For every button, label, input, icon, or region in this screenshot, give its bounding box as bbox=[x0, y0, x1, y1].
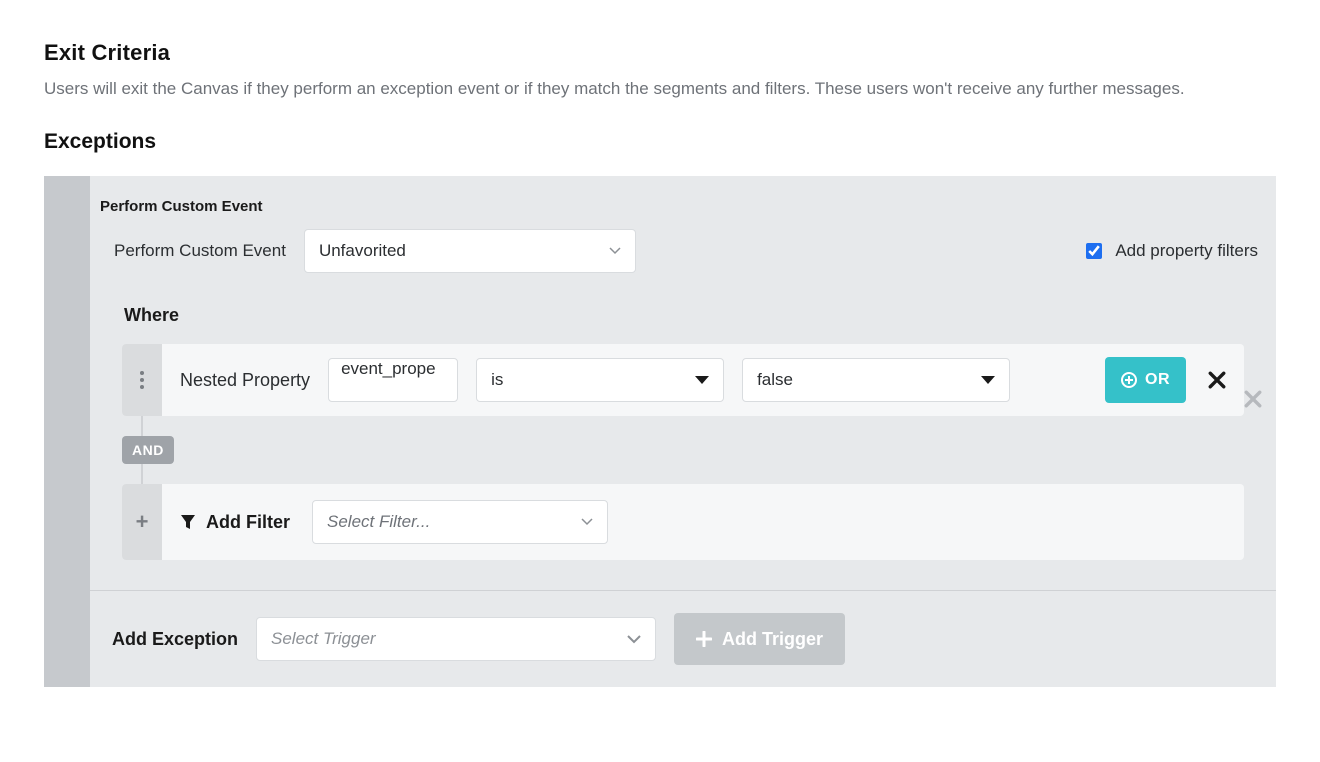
add-filter-text: Add Filter bbox=[206, 512, 290, 533]
property-filters-toggle[interactable]: Add property filters bbox=[1082, 240, 1258, 262]
value-select[interactable]: false bbox=[742, 358, 1010, 402]
remove-filter-row-icon[interactable] bbox=[1208, 371, 1226, 389]
exit-criteria-title: Exit Criteria bbox=[44, 40, 1276, 66]
add-filter-row: + Add Filter Select Filter... bbox=[122, 484, 1244, 560]
select-filter-dropdown[interactable]: Select Filter... bbox=[312, 500, 608, 544]
add-trigger-button[interactable]: Add Trigger bbox=[674, 613, 845, 665]
property-filters-checkbox[interactable] bbox=[1086, 243, 1102, 259]
where-heading: Where bbox=[124, 305, 1266, 326]
plus-icon[interactable]: + bbox=[122, 484, 162, 560]
exceptions-heading: Exceptions bbox=[44, 130, 1276, 154]
chevron-down-icon bbox=[609, 247, 621, 255]
add-exception-footer: Add Exception Select Trigger Add Trigger bbox=[90, 591, 1276, 687]
custom-event-select[interactable]: Unfavorited bbox=[304, 229, 636, 273]
filter-row: Nested Property event_prope is false bbox=[122, 344, 1244, 416]
add-trigger-label: Add Trigger bbox=[722, 629, 823, 650]
select-trigger-dropdown[interactable]: Select Trigger bbox=[256, 617, 656, 661]
caret-down-icon bbox=[695, 376, 709, 384]
filter-stack: Nested Property event_prope is false bbox=[122, 344, 1244, 560]
or-button-label: OR bbox=[1145, 371, 1170, 389]
property-filters-label: Add property filters bbox=[1115, 241, 1258, 261]
operator-select[interactable]: is bbox=[476, 358, 724, 402]
exceptions-panel: Perform Custom Event Perform Custom Even… bbox=[44, 176, 1276, 687]
custom-event-label: Perform Custom Event bbox=[114, 241, 286, 261]
select-trigger-placeholder: Select Trigger bbox=[271, 629, 376, 649]
custom-event-block: Perform Custom Event Perform Custom Even… bbox=[90, 176, 1276, 591]
caret-down-icon bbox=[981, 376, 995, 384]
chevron-down-icon bbox=[581, 518, 593, 526]
funnel-icon bbox=[180, 514, 196, 530]
select-filter-placeholder: Select Filter... bbox=[327, 512, 430, 532]
and-operator-pill: AND bbox=[122, 436, 174, 464]
remove-filter-group-icon[interactable] bbox=[1244, 390, 1262, 408]
custom-event-block-title: Perform Custom Event bbox=[100, 198, 1266, 215]
property-name-input[interactable]: event_prope bbox=[328, 358, 458, 402]
operator-value: is bbox=[491, 370, 503, 390]
panel-gutter bbox=[44, 176, 90, 687]
add-filter-label: Add Filter bbox=[180, 512, 290, 533]
drag-handle-icon[interactable] bbox=[122, 344, 162, 416]
value-text: false bbox=[757, 370, 793, 390]
exit-criteria-description: Users will exit the Canvas if they perfo… bbox=[44, 76, 1274, 102]
custom-event-selected: Unfavorited bbox=[319, 241, 406, 261]
plus-icon bbox=[696, 631, 712, 647]
plus-circle-icon bbox=[1121, 372, 1137, 388]
add-exception-label: Add Exception bbox=[112, 629, 238, 650]
filter-type-label: Nested Property bbox=[180, 370, 310, 391]
or-button[interactable]: OR bbox=[1105, 357, 1186, 403]
chevron-down-icon bbox=[627, 635, 641, 644]
